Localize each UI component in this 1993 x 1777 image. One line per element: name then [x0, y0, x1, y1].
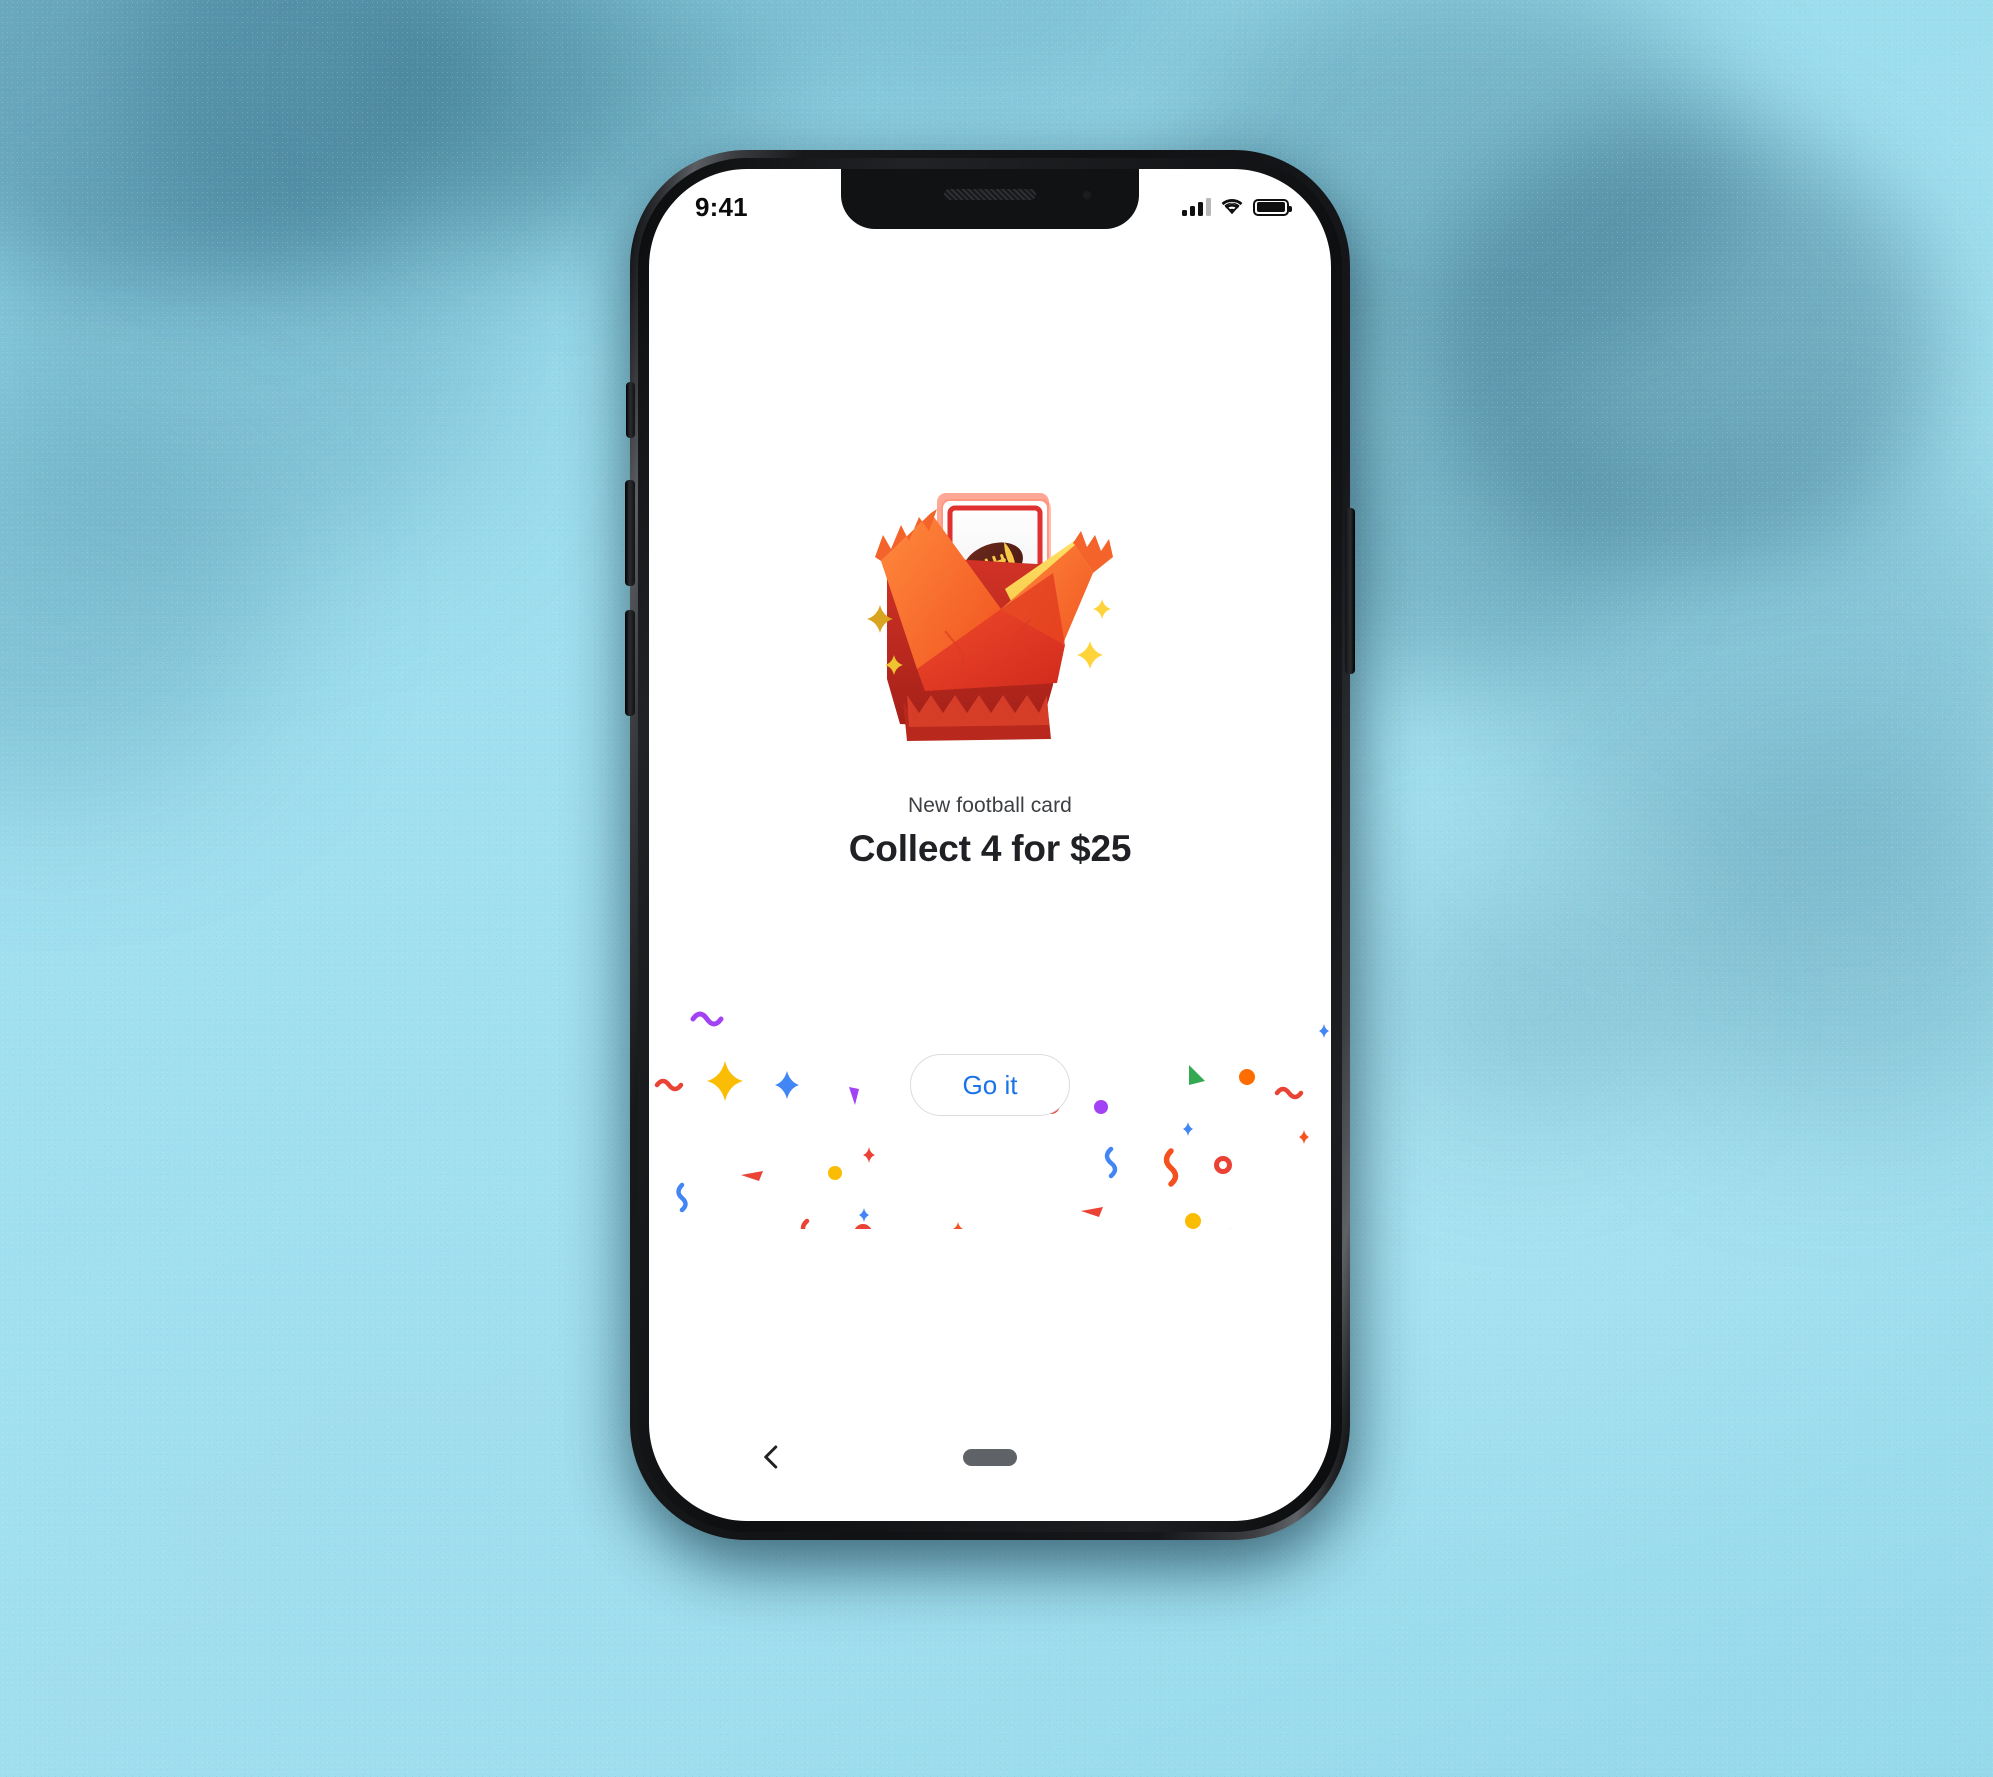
page-title: Collect 4 for $25	[848, 828, 1132, 869]
volume-up-button[interactable]	[625, 480, 635, 586]
home-indicator[interactable]	[963, 1448, 1017, 1466]
mute-switch-button[interactable]	[626, 382, 635, 438]
phone-device: 9:41 New football card Collect 4 for $25…	[625, 150, 1355, 1556]
cta-container: Go it	[649, 1054, 1331, 1116]
wifi-icon	[1220, 198, 1244, 216]
text-block: New football card Collect 4 for $25	[649, 794, 1331, 870]
back-chevron-icon[interactable]	[757, 1442, 787, 1472]
signal-bars-icon	[1182, 198, 1211, 216]
status-bar-time: 9:41	[695, 191, 748, 222]
bottom-navigation-bar	[649, 1429, 1331, 1485]
status-bar-indicators	[1182, 198, 1292, 216]
power-button[interactable]	[1345, 508, 1355, 674]
screenshot-scene: 9:41 New football card Collect 4 for $25…	[0, 0, 1993, 1777]
eyebrow-text: New football card	[908, 794, 1072, 817]
status-bar: 9:41	[649, 169, 1331, 231]
volume-down-button[interactable]	[625, 610, 635, 716]
screen-content: New football card Collect 4 for $25 Go i…	[649, 169, 1331, 1521]
battery-icon	[1253, 198, 1292, 216]
card-pack-illustration	[825, 469, 1155, 759]
go-it-button[interactable]: Go it	[909, 1054, 1071, 1116]
phone-screen: 9:41 New football card Collect 4 for $25…	[649, 169, 1331, 1521]
